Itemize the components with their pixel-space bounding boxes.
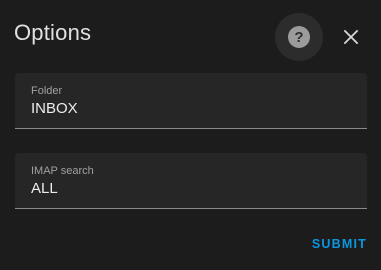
close-icon xyxy=(343,29,359,45)
help-button[interactable]: ? xyxy=(275,13,323,61)
options-dialog: Options ? Folder INBOX IMAP search ALL S… xyxy=(0,0,381,270)
imap-search-field-label: IMAP search xyxy=(31,165,94,177)
help-circle-icon: ? xyxy=(288,26,310,48)
folder-input[interactable]: INBOX xyxy=(31,100,351,117)
submit-button[interactable]: SUBMIT xyxy=(312,237,367,251)
folder-field-label: Folder xyxy=(31,85,63,97)
imap-search-input[interactable]: ALL xyxy=(31,180,351,197)
dialog-title: Options xyxy=(14,20,92,45)
folder-field[interactable]: Folder INBOX xyxy=(15,73,367,129)
imap-search-field[interactable]: IMAP search ALL xyxy=(15,153,367,209)
close-button[interactable] xyxy=(333,19,369,55)
